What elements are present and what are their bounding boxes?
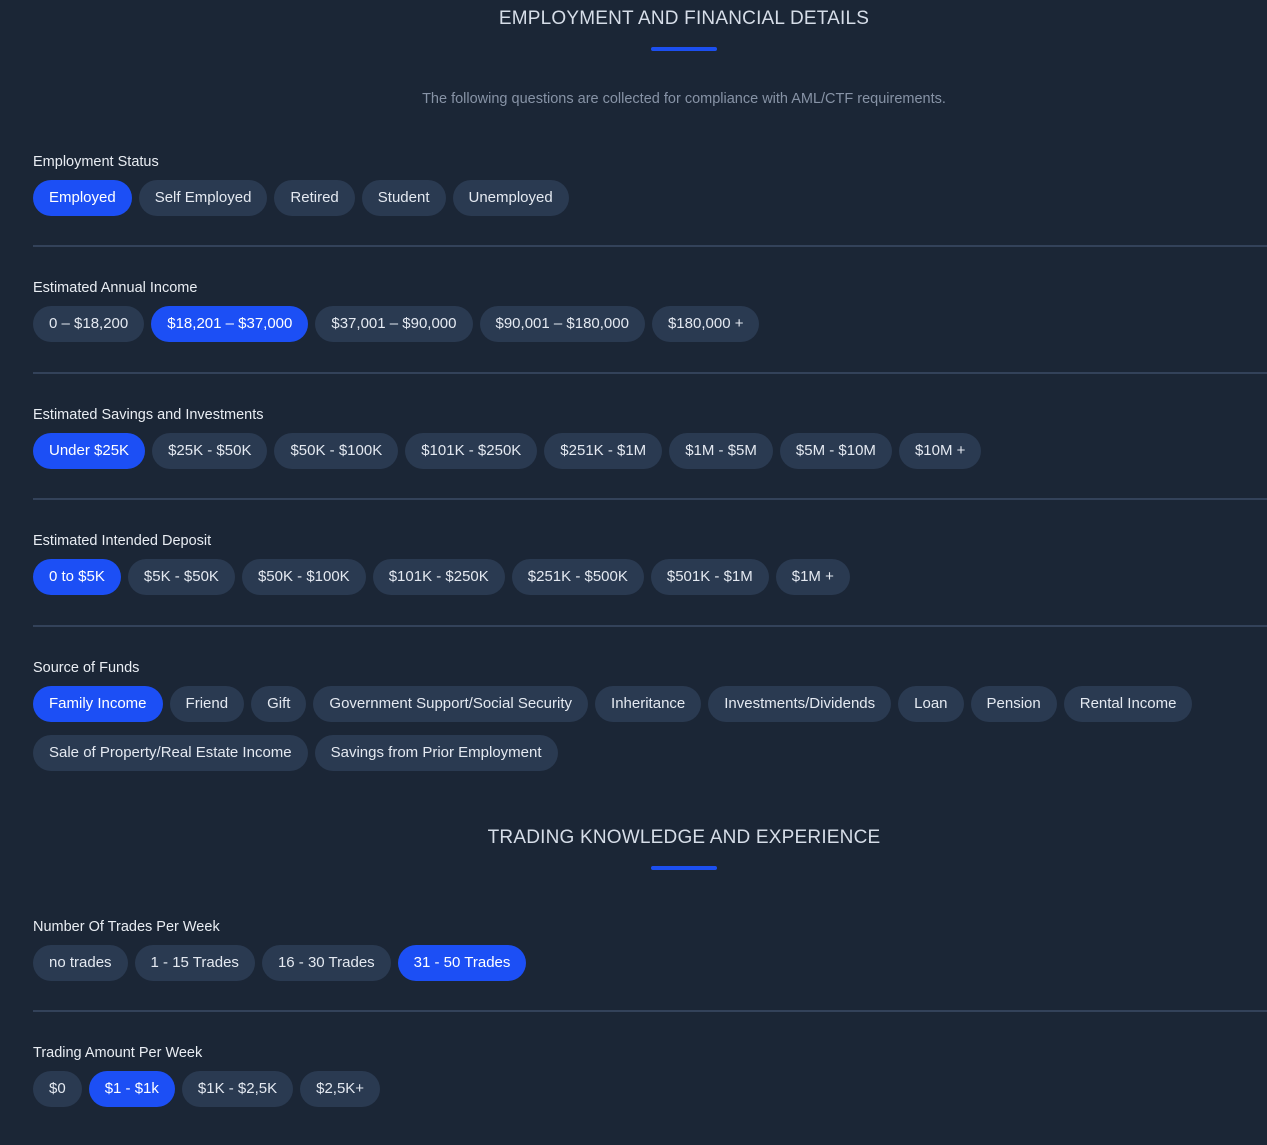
option-list: 0 – $18,200 $18,201 – $37,000 $37,001 – $9… <box>33 306 1263 342</box>
option-chip[interactable]: Retired <box>274 180 355 216</box>
option-chip[interactable]: $1 - $1k <box>88 1071 175 1107</box>
option-chip[interactable]: Investments/Dividends <box>708 686 892 722</box>
option-chip[interactable]: $18,201 – $37,000 <box>151 306 309 342</box>
option-chip[interactable]: 1 - 15 Trades <box>134 945 255 981</box>
group-label: Source of Funds <box>33 660 140 676</box>
divider <box>33 498 1267 500</box>
source-of-funds-group: Source of Funds Family Income Friend Gift G… <box>33 659 1267 771</box>
option-chip[interactable]: $180,000 + <box>651 306 760 342</box>
option-chip[interactable]: Employed <box>33 180 132 216</box>
divider <box>33 1010 1267 1012</box>
option-chip[interactable]: $251K - $500K <box>511 559 644 595</box>
option-chip[interactable]: Gift <box>251 686 307 722</box>
option-chip[interactable]: $50K - $100K <box>241 559 366 595</box>
option-chip[interactable]: 31 - 50 Trades <box>397 945 527 981</box>
option-chip[interactable]: $1M + <box>775 559 850 595</box>
option-chip[interactable]: Loan <box>898 686 964 722</box>
financial-details-form: EMPLOYMENT AND FINANCIAL DETAILS The fol… <box>0 0 1267 1145</box>
option-chip[interactable]: $101K - $250K <box>372 559 505 595</box>
employment-section-header: EMPLOYMENT AND FINANCIAL DETAILS <box>0 7 1267 51</box>
option-chip[interactable]: 16 - 30 Trades <box>261 945 391 981</box>
section-title: EMPLOYMENT AND FINANCIAL DETAILS <box>498 8 870 29</box>
option-chip[interactable]: $0 <box>33 1071 82 1107</box>
annual-income-group: Estimated Annual Income 0 – $18,200 $18,2… <box>33 279 1267 342</box>
option-chip[interactable]: Unemployed <box>452 180 569 216</box>
option-chip[interactable]: $37,001 – $90,000 <box>315 306 473 342</box>
option-chip[interactable]: $5M - $10M <box>779 433 892 469</box>
trades-per-week-group: Number Of Trades Per Week no trades 1 - 1… <box>33 918 1267 981</box>
option-chip[interactable]: no trades <box>33 945 128 981</box>
group-label: Number Of Trades Per Week <box>33 919 220 935</box>
group-label: Estimated Annual Income <box>33 280 198 296</box>
section-title: TRADING KNOWLEDGE AND EXPERIENCE <box>487 827 881 848</box>
intended-deposit-group: Estimated Intended Deposit 0 to $5K $5K -… <box>33 532 1267 595</box>
divider <box>33 372 1267 374</box>
divider <box>33 625 1267 627</box>
option-chip[interactable]: Pension <box>970 686 1057 722</box>
divider <box>33 245 1267 247</box>
title-underline <box>651 866 717 870</box>
option-chip[interactable]: Family Income <box>33 686 163 722</box>
option-chip[interactable]: 0 to $5K <box>33 559 121 595</box>
option-chip[interactable]: $25K - $50K <box>152 433 268 469</box>
option-chip[interactable]: Inheritance <box>595 686 702 722</box>
option-list: $0 $1 - $1k $1K - $2,5K $2,5K+ <box>33 1071 1263 1107</box>
option-list: Employed Self Employed Retired Student Unemp… <box>33 180 1263 216</box>
compliance-note: The following questions are collected fo… <box>422 91 946 107</box>
option-chip[interactable]: Self Employed <box>138 180 268 216</box>
option-chip[interactable]: $1K - $2,5K <box>181 1071 294 1107</box>
option-chip[interactable]: $251K - $1M <box>544 433 663 469</box>
option-chip[interactable]: $501K - $1M <box>650 559 769 595</box>
option-chip[interactable]: 0 – $18,200 <box>33 306 145 342</box>
option-list: 0 to $5K $5K - $50K $50K - $100K $101K - $2… <box>33 559 1263 595</box>
group-label: Employment Status <box>33 154 159 170</box>
option-chip[interactable]: Sale of Property/Real Estate Income <box>33 735 308 771</box>
option-chip[interactable]: Government Support/Social Security <box>313 686 589 722</box>
trading-section-header: TRADING KNOWLEDGE AND EXPERIENCE <box>0 826 1267 870</box>
trading-amount-group: Trading Amount Per Week $0 $1 - $1k $1K - … <box>33 1044 1267 1107</box>
option-chip[interactable]: Student <box>361 180 446 216</box>
group-label: Estimated Savings and Investments <box>33 407 264 423</box>
title-underline <box>651 47 717 51</box>
option-chip[interactable]: $1M - $5M <box>669 433 773 469</box>
option-chip[interactable]: $90,001 – $180,000 <box>479 306 645 342</box>
option-list: Under $25K $25K - $50K $50K - $100K $101K -… <box>33 433 1263 469</box>
option-list: Family Income Friend Gift Government Suppor… <box>33 686 1263 771</box>
savings-group: Estimated Savings and Investments Under … <box>33 406 1267 469</box>
group-label: Trading Amount Per Week <box>33 1045 203 1061</box>
option-list: no trades 1 - 15 Trades 16 - 30 Trades 31 -… <box>33 945 1263 981</box>
option-chip[interactable]: $101K - $250K <box>405 433 538 469</box>
option-chip[interactable]: $5K - $50K <box>127 559 235 595</box>
option-chip[interactable]: Rental Income <box>1063 686 1193 722</box>
group-label: Estimated Intended Deposit <box>33 533 212 549</box>
option-chip[interactable]: Under $25K <box>33 433 146 469</box>
employment-status-group: Employment Status Employed Self Employed R… <box>33 153 1267 216</box>
option-chip[interactable]: $10M + <box>898 433 982 469</box>
option-chip[interactable]: $50K - $100K <box>274 433 399 469</box>
option-chip[interactable]: Savings from Prior Employment <box>314 735 558 771</box>
option-chip[interactable]: Friend <box>169 686 245 722</box>
option-chip[interactable]: $2,5K+ <box>300 1071 381 1107</box>
